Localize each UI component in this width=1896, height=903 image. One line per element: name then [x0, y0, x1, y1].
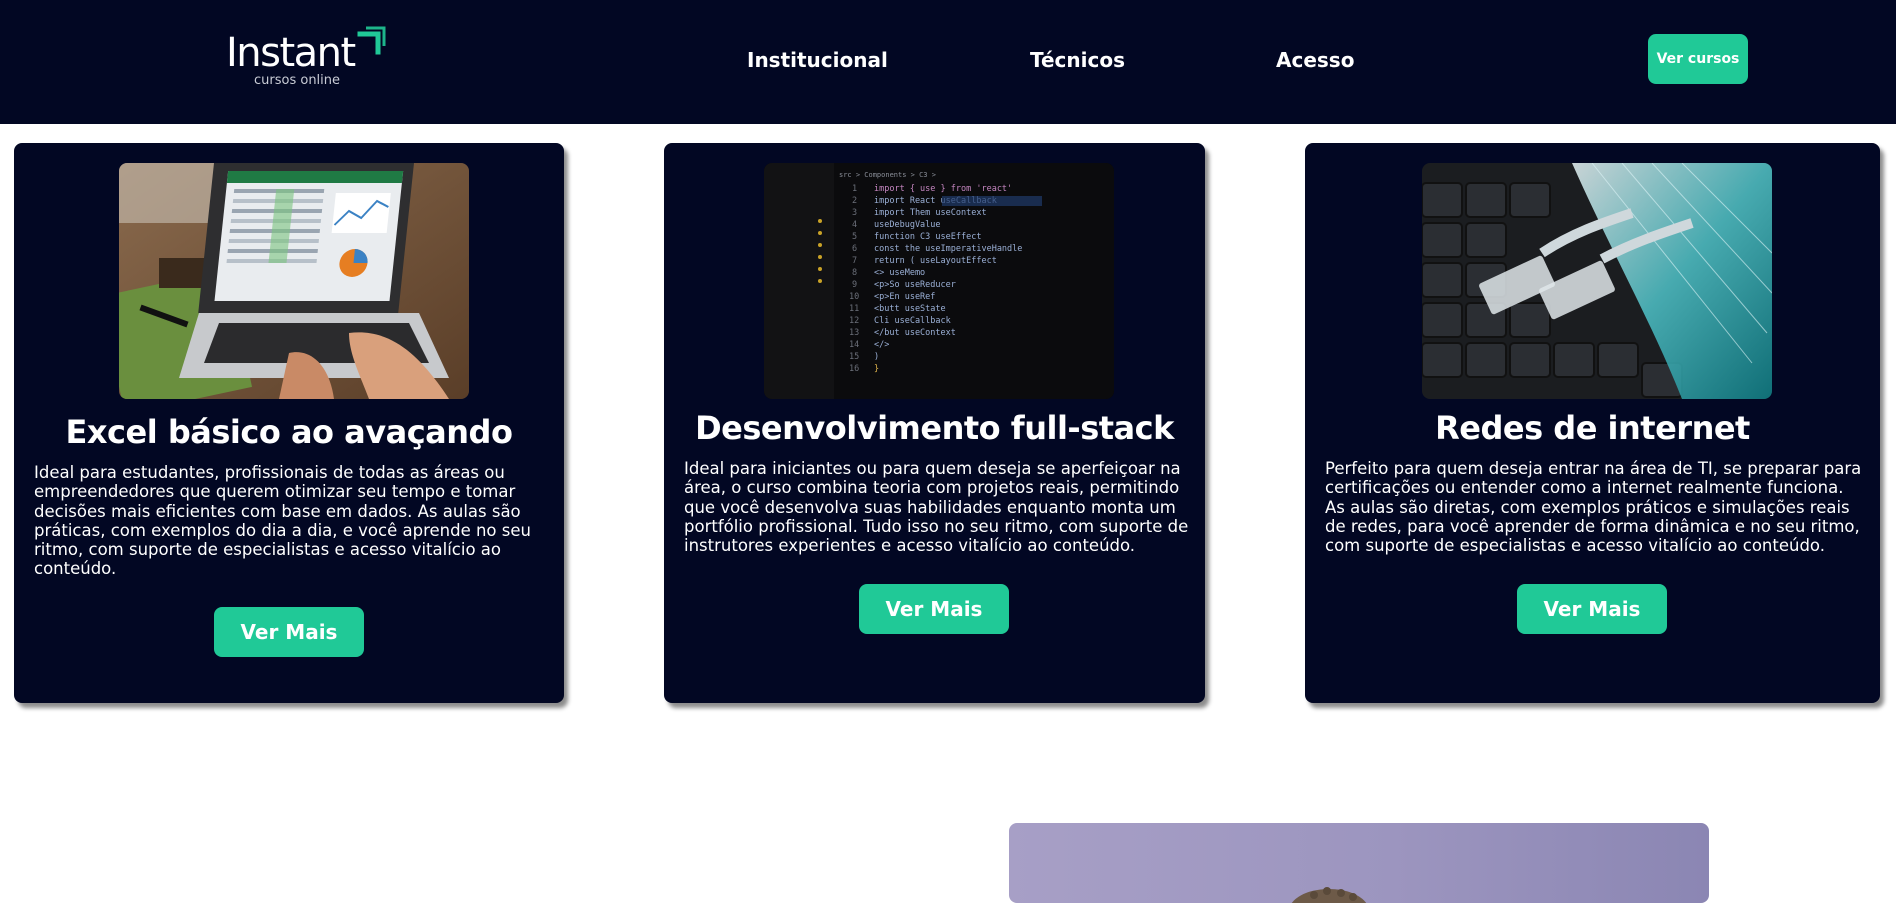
code-line-text: } [874, 364, 879, 374]
code-breadcrumb: src > Components > C3 > [839, 171, 936, 179]
ver-mais-redes-button[interactable]: Ver Mais [1517, 584, 1667, 634]
ver-mais-excel-button[interactable]: Ver Mais [214, 607, 364, 657]
ver-cursos-button[interactable]: Ver cursos [1648, 34, 1748, 84]
ver-mais-fullstack-button[interactable]: Ver Mais [859, 584, 1009, 634]
code-line-text: <butt useState [874, 304, 946, 314]
code-line-number: 11 [849, 304, 859, 314]
course-card-excel: Excel básico ao avaçando Ideal para estu… [14, 143, 564, 703]
code-line-text: import { use } from 'react' [874, 184, 1012, 194]
code-line-text: import Them useContext [874, 208, 987, 218]
nav-acesso[interactable]: Acesso [1276, 48, 1354, 72]
code-line-number: 1 [852, 184, 857, 194]
code-line-number: 5 [852, 232, 857, 242]
code-line-text: return ( useLayoutEffect [874, 256, 997, 266]
arrow-up-right-icon [357, 26, 386, 55]
nav-institucional[interactable]: Institucional [747, 48, 888, 72]
code-line-number: 9 [852, 280, 857, 290]
code-line-number: 10 [849, 292, 859, 302]
code-line-text: <p>So useReducer [874, 280, 956, 290]
card-description: Perfeito para quem deseja entrar na área… [1325, 459, 1862, 556]
code-line-text: Cli useCallback [874, 316, 951, 326]
code-line-number: 16 [849, 364, 859, 374]
code-line-text: useDebugValue [874, 220, 941, 230]
code-line-text: ) [874, 352, 879, 362]
code-line-number: 6 [852, 244, 857, 254]
code-line-number: 13 [849, 328, 859, 338]
code-line-number: 3 [852, 208, 857, 218]
card-title: Excel básico ao avaçando [65, 413, 513, 451]
nav-tecnicos[interactable]: Técnicos [1030, 48, 1125, 72]
logo-tagline: cursos online [254, 73, 341, 88]
code-line-number: 2 [852, 196, 857, 206]
site-header: Instant cursos online Institucional Técn… [0, 0, 1896, 124]
card-title: Desenvolvimento full-stack [695, 409, 1174, 447]
code-line-text: </> [874, 340, 889, 350]
code-line-number: 14 [849, 340, 859, 350]
course-card-redes: Redes de internet Perfeito para quem des… [1305, 143, 1880, 703]
brand-logo[interactable]: Instant cursos online [226, 26, 396, 92]
logo-wordmark: Instant [226, 30, 356, 76]
code-line-text: </but useContext [874, 328, 956, 338]
code-line-number: 15 [849, 352, 859, 362]
code-line-number: 7 [852, 256, 857, 266]
code-line-text: function C3 useEffect [874, 232, 981, 242]
card-description: Ideal para iniciantes ou para quem desej… [684, 459, 1189, 556]
network-cable-image [1422, 163, 1772, 399]
card-title: Redes de internet [1435, 409, 1750, 447]
code-editor-image: src > Components > C3 > 1 import { use } … [764, 163, 1114, 399]
code-line-text: const the useImperativeHandle [874, 244, 1022, 254]
code-line-number: 4 [852, 220, 857, 230]
instructor-photo [1009, 823, 1709, 903]
code-line-number: 12 [849, 316, 859, 326]
code-line-number: 8 [852, 268, 857, 278]
card-description: Ideal para estudantes, profissionais de … [34, 463, 531, 579]
excel-course-image [119, 163, 469, 399]
code-line-text: <p>En useRef [874, 292, 935, 302]
course-card-fullstack: src > Components > C3 > 1 import { use } … [664, 143, 1205, 703]
code-line-text: <> useMemo [874, 268, 925, 278]
